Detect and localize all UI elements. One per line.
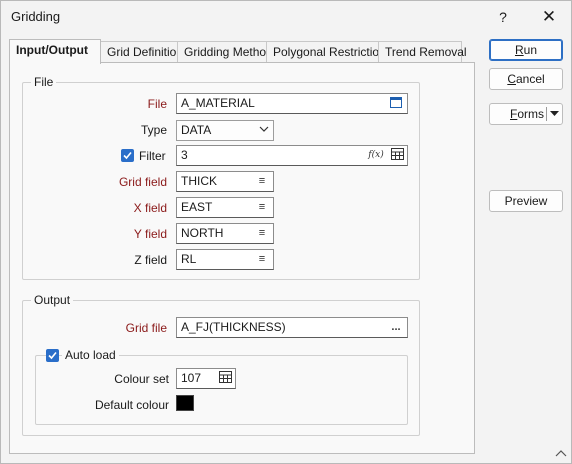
list-icon[interactable]: ≡	[255, 252, 269, 267]
cancel-label: ancel	[515, 72, 545, 86]
default-colour-swatch[interactable]	[176, 395, 194, 411]
auto-load-checkbox[interactable]	[46, 349, 59, 362]
grid-field-label: Grid field	[118, 175, 167, 189]
y-field-input[interactable]: NORTH ≡	[176, 223, 274, 244]
forms-button[interactable]: Forms	[489, 103, 563, 125]
grid-file-label: Grid file	[125, 321, 167, 335]
table-icon[interactable]	[390, 148, 404, 163]
calendar-browse-icon[interactable]	[389, 96, 403, 111]
grid-field-input[interactable]: THICK ≡	[176, 171, 274, 192]
filter-input[interactable]: 3 f(x)	[176, 145, 408, 166]
file-label: File	[147, 97, 167, 111]
output-group-title: Output	[31, 293, 74, 307]
grid-field-value: THICK	[181, 174, 217, 188]
title-bar: Gridding ? ✕	[1, 1, 571, 33]
cancel-button[interactable]: Cancel	[489, 68, 563, 90]
colour-set-input[interactable]: 107	[176, 368, 236, 389]
x-field-label: X field	[133, 201, 167, 215]
file-value: A_MATERIAL	[181, 96, 255, 110]
tab-trend-removal[interactable]: Trend Removal	[378, 41, 467, 63]
y-field-label: Y field	[133, 227, 167, 241]
auto-load-group: Auto load Colour set 107 Default colour	[35, 348, 408, 425]
file-input[interactable]: A_MATERIAL	[176, 93, 408, 114]
type-value: DATA	[181, 123, 212, 137]
forms-divider	[546, 107, 547, 121]
z-field-label: Z field	[134, 253, 167, 267]
x-field-input[interactable]: EAST ≡	[176, 197, 274, 218]
cancel-mnemonic: C	[507, 72, 516, 86]
y-field-value: NORTH	[181, 226, 224, 240]
grid-file-input[interactable]: A_FJ(THICKNESS) ...	[176, 317, 408, 338]
run-label: un	[523, 43, 538, 57]
filter-checkbox[interactable]	[121, 149, 134, 162]
chevron-up-icon[interactable]	[555, 449, 567, 457]
dropdown-arrow-icon[interactable]	[550, 111, 559, 117]
preview-button[interactable]: Preview	[489, 190, 563, 212]
tab-gridding-method[interactable]: Gridding Method	[177, 41, 273, 63]
list-icon[interactable]: ≡	[255, 200, 269, 215]
type-label: Type	[140, 123, 167, 137]
type-select[interactable]: DATA	[176, 120, 274, 141]
colour-set-label: Colour set	[114, 372, 169, 386]
default-colour-label: Default colour	[94, 398, 169, 412]
filter-label: Filter	[139, 149, 166, 163]
chevron-down-icon	[259, 126, 269, 132]
help-button[interactable]: ?	[481, 3, 525, 31]
colour-set-value: 107	[181, 371, 202, 385]
file-group: File File A_MATERIAL Type DATA Filter 3 …	[22, 75, 420, 280]
tab-panel: File File A_MATERIAL Type DATA Filter 3 …	[9, 62, 475, 454]
checkmark-icon	[123, 151, 132, 160]
table-icon[interactable]	[218, 371, 232, 386]
list-icon[interactable]: ≡	[255, 174, 269, 189]
x-field-value: EAST	[181, 200, 213, 214]
grid-file-value: A_FJ(THICKNESS)	[181, 320, 286, 334]
gridding-dialog: Gridding ? ✕ Input/Output Grid Definitio…	[0, 0, 572, 464]
forms-label: orms	[517, 107, 545, 121]
tab-input-output[interactable]: Input/Output	[9, 39, 101, 64]
output-group: Output Grid file A_FJ(THICKNESS) ... Aut…	[22, 293, 420, 436]
z-field-input[interactable]: RL ≡	[176, 249, 274, 270]
function-icon[interactable]: f(x)	[367, 148, 385, 163]
close-button[interactable]: ✕	[527, 3, 571, 31]
tab-polygonal-restriction[interactable]: Polygonal Restriction	[266, 41, 386, 63]
dialog-title: Gridding	[11, 9, 61, 24]
checkmark-icon	[48, 351, 57, 360]
z-field-value: RL	[181, 252, 197, 266]
tab-grid-definition[interactable]: Grid Definition	[100, 41, 183, 63]
run-mnemonic: R	[514, 43, 524, 57]
auto-load-label: Auto load	[62, 348, 119, 362]
list-icon[interactable]: ≡	[255, 226, 269, 241]
browse-ellipsis-icon[interactable]: ...	[389, 320, 403, 335]
file-group-title: File	[31, 75, 57, 89]
filter-value: 3	[181, 148, 188, 162]
run-button[interactable]: Run	[489, 39, 563, 61]
